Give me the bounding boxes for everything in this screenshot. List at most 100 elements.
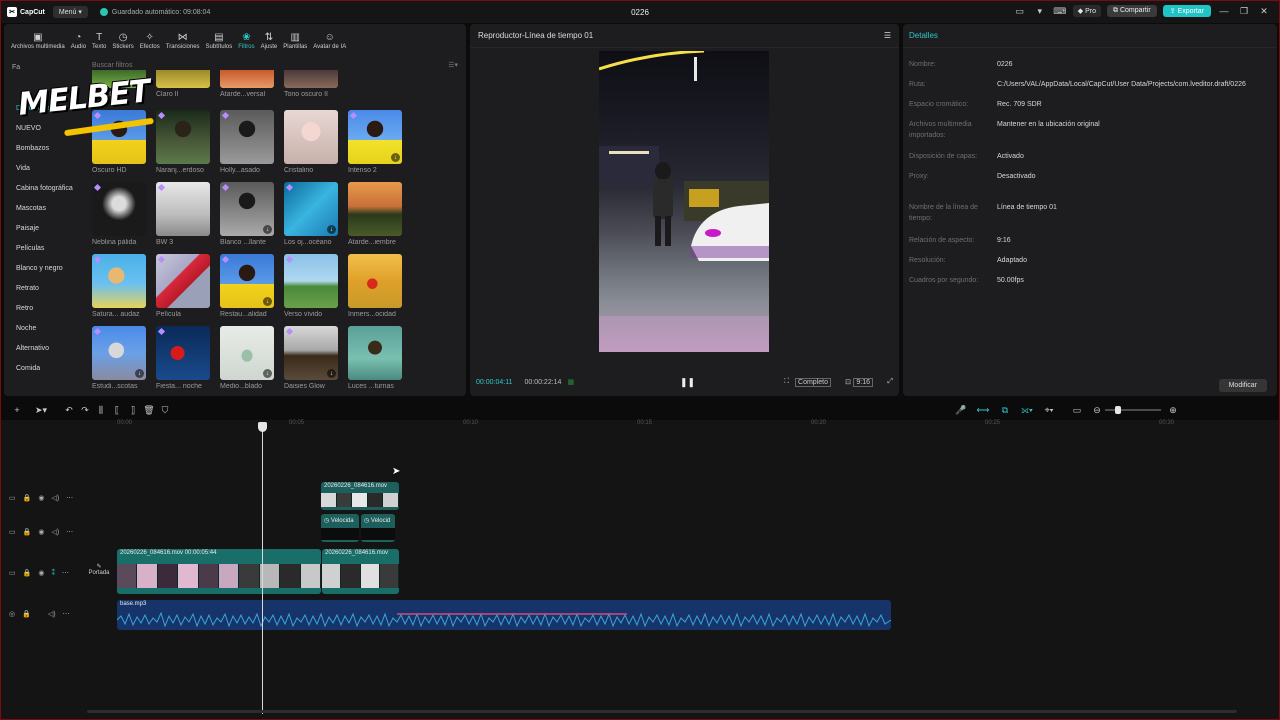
filter-item[interactable]: ↓ Daisies Glow — [284, 326, 340, 390]
video-preview[interactable] — [599, 51, 769, 352]
category-retro[interactable]: Retro — [4, 299, 84, 319]
category-comida[interactable]: Comida — [4, 359, 84, 379]
share-button[interactable]: ⧉ Compartir — [1107, 5, 1157, 17]
category-peliculas[interactable]: Películas — [4, 239, 84, 259]
eye-icon[interactable]: ◉ — [38, 569, 44, 577]
category-paisaje[interactable]: Paisaje — [4, 219, 84, 239]
tab-media[interactable]: ▣ Archivos multimedia — [8, 32, 68, 50]
speaker-icon[interactable]: ◁) — [51, 528, 59, 536]
split-left-icon[interactable]: ⟦ — [109, 402, 125, 418]
lock-icon[interactable]: 🔒 — [22, 610, 31, 618]
eye-icon[interactable]: ◉ — [38, 528, 44, 536]
filter-item[interactable]: ↓ Medio...blado — [220, 326, 276, 390]
timeline-scrollbar[interactable] — [87, 710, 1237, 713]
tab-adjust[interactable]: ⇅ Ajuste — [258, 32, 281, 50]
filter-item[interactable]: BW 3 — [156, 182, 212, 246]
filter-item[interactable]: Atarde...versal — [220, 70, 276, 98]
main-clip[interactable]: 20260226_084616.mov 00:00:05:44 — [117, 549, 321, 594]
download-icon[interactable]: ↓ — [391, 153, 400, 162]
lock-icon[interactable]: 🔒 — [23, 569, 32, 577]
filter-item[interactable]: Holly...asado — [220, 110, 276, 174]
overlay-clip[interactable]: 20260226_084616.mov — [321, 482, 399, 510]
layout-icon[interactable]: ▭ — [1013, 4, 1027, 18]
filter-item[interactable]: ↓ Intenso 2 — [348, 110, 404, 174]
quality-button[interactable]: Completo — [795, 377, 831, 387]
more-icon[interactable]: ⋯ — [62, 569, 69, 577]
download-icon[interactable]: ↓ — [263, 225, 272, 234]
filter-item[interactable]: Verso vívido — [284, 254, 340, 318]
fullscreen-icon[interactable]: ⤢ — [887, 378, 893, 386]
linkage-icon[interactable]: ⟗▾ — [1019, 402, 1035, 418]
filter-item[interactable]: Fiesta... noche — [156, 326, 212, 390]
category-alternativo[interactable]: Alternativo — [4, 339, 84, 359]
pro-button[interactable]: ◆ Pro — [1072, 5, 1102, 17]
eye-icon[interactable]: ◉ — [38, 494, 44, 502]
speed-clip[interactable]: ◷ Velocid — [361, 514, 395, 542]
zoom-in-icon[interactable]: ⊕ — [1165, 402, 1181, 418]
redo-icon[interactable]: ↷ — [77, 402, 93, 418]
tab-subtitles[interactable]: ▤ Subtítulos — [203, 32, 236, 50]
download-icon[interactable]: ↓ — [263, 369, 272, 378]
category-vida[interactable]: Vida — [4, 159, 84, 179]
export-button[interactable]: ⇪ Exportar — [1162, 5, 1211, 17]
download-icon[interactable]: ↓ — [135, 369, 144, 378]
playhead-handle[interactable] — [258, 422, 267, 432]
more-icon[interactable]: ⋯ — [63, 610, 70, 618]
tab-filters[interactable]: ❀ Filtros — [235, 32, 257, 50]
tab-effects[interactable]: ✧ Efectos — [137, 32, 163, 50]
tab-templates[interactable]: ▥ Plantillas — [280, 32, 310, 50]
restore-icon[interactable]: ❐ — [1237, 4, 1251, 18]
download-icon[interactable]: ↓ — [263, 297, 272, 306]
ratio-button[interactable]: 9:16 — [853, 377, 873, 387]
filter-item[interactable]: Satura... audaz — [92, 254, 148, 318]
filter-item[interactable]: Cristalino — [284, 110, 340, 174]
zoom-slider[interactable] — [1105, 400, 1165, 420]
speaker-icon[interactable]: ◁) — [51, 494, 59, 502]
category-bombazos[interactable]: Bombazos — [4, 139, 84, 159]
favorites-toggle[interactable]: Fa — [12, 57, 84, 77]
speed-clip[interactable]: ◷ Velocida — [321, 514, 359, 542]
filter-sort-icon[interactable]: ☰▾ — [448, 61, 458, 69]
magnet-icon[interactable]: ⧉ — [997, 402, 1013, 418]
category-retrato[interactable]: Retrato — [4, 279, 84, 299]
search-input[interactable]: Buscar filtros — [92, 62, 132, 69]
download-icon[interactable]: ↓ — [327, 369, 336, 378]
zoom-out-icon[interactable]: ⊖ — [1089, 402, 1105, 418]
more-icon[interactable]: ⋯ — [66, 494, 73, 502]
tab-transitions[interactable]: ⋈ Transiciones — [163, 32, 203, 50]
crop-icon[interactable]: ⛶ — [784, 378, 789, 386]
audio-clip[interactable]: base.mp3 — [117, 600, 891, 630]
filter-item[interactable]: ↓ Estudi...scotas — [92, 326, 148, 390]
category-noche[interactable]: Noche — [4, 319, 84, 339]
filter-item[interactable]: ↓ Los oj...océano — [284, 182, 340, 246]
fit-icon[interactable]: ▭ — [1069, 402, 1085, 418]
more-icon[interactable]: ⋯ — [66, 528, 73, 536]
lock-icon[interactable]: 🔒 — [23, 494, 32, 502]
modify-button[interactable]: Modificar — [1218, 379, 1267, 392]
tab-ai-avatar[interactable]: ☺ Avatar de IA — [310, 32, 349, 50]
undo-icon[interactable]: ↶ — [61, 402, 77, 418]
delete-icon[interactable]: 🗑 — [141, 402, 157, 418]
filter-item[interactable]: Película — [156, 254, 212, 318]
filter-item[interactable]: ↓ Blanco ...llante — [220, 182, 276, 246]
lock-icon[interactable]: 🔒 — [23, 528, 32, 536]
select-tool-icon[interactable]: ➤▾ — [33, 402, 49, 418]
player-menu-icon[interactable]: ☰ — [884, 31, 891, 40]
shield-icon[interactable]: ⛉ — [157, 402, 173, 418]
filter-item[interactable]: Inmers...ocidad — [348, 254, 404, 318]
zoom-knob[interactable] — [1115, 406, 1121, 414]
split-icon[interactable]: ⫼ — [93, 402, 109, 418]
pause-button[interactable]: ❚❚ — [680, 377, 695, 388]
menu-button[interactable]: Menú ▾ — [52, 6, 88, 18]
speaker-icon[interactable]: ◁) — [48, 610, 56, 618]
filter-item[interactable]: Naranj...erdoso — [156, 110, 212, 174]
microphone-icon[interactable]: 🎤 — [953, 402, 969, 418]
filter-item[interactable]: Neblina pálida — [92, 182, 148, 246]
link-main-icon[interactable]: ⟷ — [975, 402, 991, 418]
shortcuts-icon[interactable]: ⌨ — [1053, 4, 1067, 18]
category-cabina[interactable]: Cabina fotográfica — [4, 179, 84, 199]
download-icon[interactable]: ↓ — [327, 225, 336, 234]
filter-item[interactable]: Claro II — [156, 70, 212, 98]
main-track-icon[interactable]: ⁑ — [51, 569, 55, 577]
tab-audio[interactable]: ◔ Audio — [68, 32, 89, 50]
